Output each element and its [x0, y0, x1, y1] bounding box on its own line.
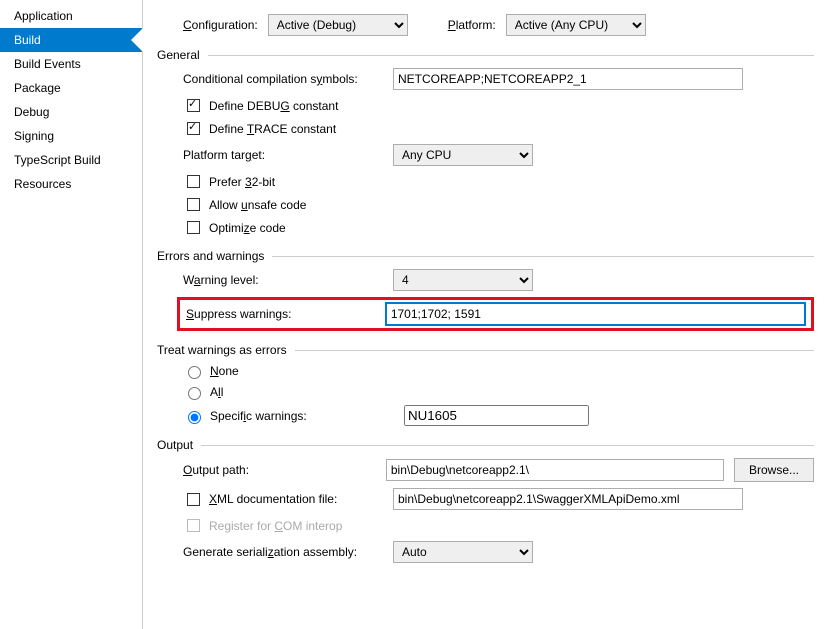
prefer-32bit-checkbox[interactable]	[187, 175, 200, 188]
treat-all-radio[interactable]	[188, 387, 201, 400]
section-output: Output	[157, 438, 814, 452]
define-trace-checkbox[interactable]	[187, 122, 200, 135]
treat-specific-input[interactable]	[404, 405, 589, 426]
sidebar-item-build-events[interactable]: Build Events	[0, 52, 142, 76]
xml-doc-input[interactable]	[393, 488, 743, 510]
define-debug-checkbox[interactable]	[187, 99, 200, 112]
sidebar-item-build[interactable]: Build	[0, 28, 142, 52]
platform-target-label: Platform target:	[183, 148, 393, 162]
sidebar-item-typescript-build[interactable]: TypeScript Build	[0, 148, 142, 172]
section-errors: Errors and warnings	[157, 249, 814, 263]
treat-specific-radio[interactable]	[188, 411, 201, 424]
main-panel: Configuration: Active (Debug) Platform: …	[143, 0, 828, 629]
sidebar-item-package[interactable]: Package	[0, 76, 142, 100]
warning-level-label: Warning level:	[183, 273, 393, 287]
configuration-label: Configuration:	[183, 18, 258, 32]
browse-button[interactable]: Browse...	[734, 458, 814, 482]
allow-unsafe-label: Allow unsafe code	[209, 198, 306, 212]
define-trace-label: Define TRACE constant	[209, 122, 336, 136]
sidebar-item-resources[interactable]: Resources	[0, 172, 142, 196]
register-com-label: Register for COM interop	[209, 519, 342, 533]
platform-label: Platform:	[448, 18, 496, 32]
xml-doc-checkbox[interactable]	[187, 493, 200, 506]
prefer-32bit-label: Prefer 32-bit	[209, 175, 275, 189]
suppress-warnings-highlight: Suppress warnings:	[177, 297, 814, 331]
sidebar-item-application[interactable]: Application	[0, 4, 142, 28]
output-path-label: Output path:	[183, 463, 386, 477]
sidebar-item-debug[interactable]: Debug	[0, 100, 142, 124]
optimize-code-checkbox[interactable]	[187, 221, 200, 234]
define-debug-label: Define DEBUG constant	[209, 99, 338, 113]
treat-none-radio[interactable]	[188, 366, 201, 379]
platform-target-select[interactable]: Any CPU	[393, 144, 533, 166]
conditional-symbols-input[interactable]	[393, 68, 743, 90]
treat-none-label: None	[210, 364, 239, 378]
xml-doc-label: XML documentation file:	[183, 490, 393, 509]
optimize-code-label: Optimize code	[209, 221, 286, 235]
section-treat: Treat warnings as errors	[157, 343, 814, 357]
platform-select[interactable]: Active (Any CPU)	[506, 14, 646, 36]
warning-level-select[interactable]: 4	[393, 269, 533, 291]
configuration-select[interactable]: Active (Debug)	[268, 14, 408, 36]
serialization-select[interactable]: Auto	[393, 541, 533, 563]
register-com-checkbox	[187, 519, 200, 532]
sidebar-item-signing[interactable]: Signing	[0, 124, 142, 148]
section-general: General	[157, 48, 814, 62]
allow-unsafe-checkbox[interactable]	[187, 198, 200, 211]
suppress-warnings-label: Suppress warnings:	[186, 307, 386, 321]
suppress-warnings-input[interactable]	[386, 303, 805, 325]
serialization-label: Generate serialization assembly:	[183, 545, 393, 559]
conditional-symbols-label: Conditional compilation symbols:	[183, 72, 393, 86]
output-path-input[interactable]	[386, 459, 724, 481]
treat-specific-label: Specific warnings:	[210, 409, 398, 423]
sidebar: Application Build Build Events Package D…	[0, 0, 143, 629]
treat-all-label: All	[210, 385, 223, 399]
